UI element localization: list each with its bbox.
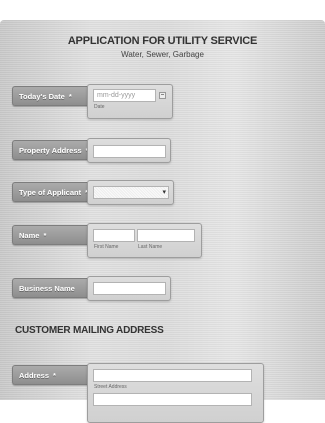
property-address-label-text: Property Address [19,146,82,155]
required-mark: * [68,92,72,101]
type-of-applicant-label-text: Type of Applicant [19,188,82,197]
todays-date-sublabel: Date [94,104,105,110]
chevron-down-icon: ▾ [162,189,166,196]
name-field-box: First Name Last Name [87,223,202,258]
todays-date-label-text: Today's Date [19,92,65,101]
first-name-sublabel: First Name [94,244,119,250]
type-of-applicant-label: Type of Applicant* [12,182,90,202]
business-name-label: Business Name [12,278,90,298]
business-name-field-box [87,276,171,301]
required-mark: * [53,371,56,380]
form-subtitle: Water, Sewer, Garbage [121,50,204,59]
required-mark: * [43,231,47,240]
street-address-sublabel: Street Address [94,384,127,390]
business-name-label-text: Business Name [19,284,75,293]
last-name-sublabel: Last Name [138,244,163,250]
property-address-field-box [87,138,171,163]
todays-date-label: Today's Date * [12,86,90,106]
business-name-input[interactable] [93,282,166,295]
todays-date-input[interactable]: mm-dd-yyyy [93,89,156,102]
address-label: Address * [12,365,90,385]
form-title: APPLICATION FOR UTILITY SERVICE [67,35,258,47]
mailing-address-section-title: CUSTOMER MAILING ADDRESS [15,325,164,336]
property-address-label: Property Address* [12,140,90,160]
type-of-applicant-select[interactable]: ▾ [93,186,169,199]
first-name-input[interactable] [93,229,135,242]
application-form: APPLICATION FOR UTILITY SERVICE Water, S… [0,20,325,423]
street-address-input[interactable] [93,369,252,382]
todays-date-field-box: mm-dd-yyyy Date [87,84,173,119]
last-name-input[interactable] [137,229,195,242]
address-label-text: Address [19,371,50,380]
calendar-icon[interactable] [159,92,166,99]
type-of-applicant-field-box: ▾ [87,180,174,205]
property-address-input[interactable] [93,145,166,158]
address-field-box: Street Address [87,363,264,423]
name-label: Name * [12,225,90,245]
name-label-text: Name [19,231,40,240]
